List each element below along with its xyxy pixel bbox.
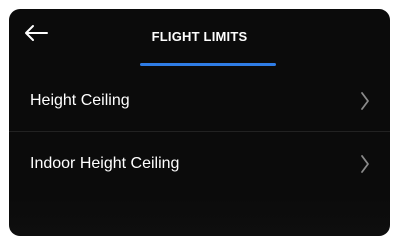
list-item-label: Height Ceiling (30, 92, 130, 109)
header-bar: FLIGHT LIMITS (9, 9, 390, 68)
background-fade (9, 197, 390, 236)
settings-list: Height Ceiling Indoor Height Ceiling (9, 69, 390, 195)
flight-limits-panel: FLIGHT LIMITS Height Ceiling Indoor Heig… (9, 9, 390, 236)
chevron-right-icon (361, 92, 369, 110)
active-tab-indicator (140, 63, 276, 66)
list-item-height-ceiling[interactable]: Height Ceiling (9, 69, 390, 132)
list-item-label: Indoor Height Ceiling (30, 155, 180, 172)
chevron-right-icon (361, 155, 369, 173)
page-title: FLIGHT LIMITS (151, 29, 248, 44)
device-frame: FLIGHT LIMITS Height Ceiling Indoor Heig… (0, 0, 401, 244)
list-item-indoor-height-ceiling[interactable]: Indoor Height Ceiling (9, 132, 390, 195)
